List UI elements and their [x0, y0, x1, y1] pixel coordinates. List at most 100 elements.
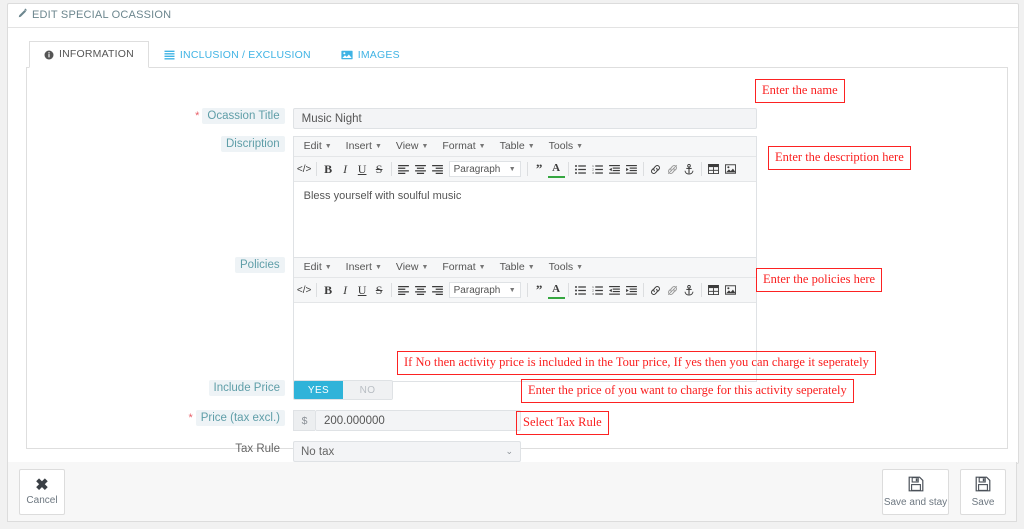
close-x-icon: ✖ [35, 477, 49, 494]
save-and-stay-button[interactable]: Save and stay [882, 469, 949, 515]
tax-rule-select[interactable]: No tax ⌄ [293, 441, 521, 462]
toolbar-separator [526, 162, 528, 176]
menu-format[interactable]: Format ▼ [436, 259, 491, 277]
align-right-icon[interactable] [429, 161, 446, 177]
underline-icon[interactable]: U [354, 282, 371, 298]
annotation-policies: Enter the policies here [756, 268, 883, 292]
price-label-wrap: * Price (tax excl.) [27, 410, 285, 426]
title-label-wrap: * Ocassion Title [27, 108, 285, 124]
menu-insert[interactable]: Insert ▼ [340, 259, 388, 277]
policies-editor-menubar: Edit ▼ Insert ▼ View ▼ Format ▼ Table ▼ Tools… [293, 258, 756, 278]
price-label: Price (tax excl.) [195, 410, 285, 426]
price-input[interactable]: 200.000000 [315, 410, 521, 431]
strikethrough-icon[interactable]: S [371, 282, 388, 298]
indent-icon[interactable] [623, 161, 640, 177]
chevron-down-icon: ▼ [324, 263, 332, 271]
chevron-down-icon: ▼ [478, 263, 486, 271]
format-select[interactable]: Paragraph ▼ [448, 161, 521, 177]
tab-images[interactable]: IMAGES [326, 41, 415, 68]
unlink-icon[interactable] [664, 282, 681, 298]
table-icon[interactable] [705, 282, 722, 298]
toolbar-separator [567, 162, 569, 176]
image-icon[interactable] [722, 282, 739, 298]
menu-insert[interactable]: Insert ▼ [340, 138, 388, 156]
numbered-list-icon[interactable]: 123 [589, 282, 606, 298]
toolbar-separator [390, 162, 392, 176]
menu-view[interactable]: View ▼ [390, 259, 435, 277]
bullet-list-icon[interactable] [572, 282, 589, 298]
align-left-icon[interactable] [395, 282, 412, 298]
list-icon [164, 50, 175, 60]
toolbar-separator [526, 283, 528, 297]
align-center-icon[interactable] [412, 282, 429, 298]
italic-icon[interactable]: I [337, 161, 354, 177]
menu-table-label: Table [499, 260, 525, 273]
italic-icon[interactable]: I [337, 282, 354, 298]
outdent-icon[interactable] [606, 161, 623, 177]
format-select-label: Paragraph [453, 163, 501, 175]
chevron-down-icon: ⌄ [505, 446, 513, 456]
text-color-icon[interactable]: A [547, 281, 565, 299]
anchor-icon[interactable] [681, 161, 698, 177]
bold-icon[interactable]: B [320, 282, 337, 298]
bold-icon[interactable]: B [320, 161, 337, 177]
menu-edit[interactable]: Edit ▼ [298, 138, 338, 156]
chevron-down-icon: ▼ [374, 263, 382, 271]
panel-title: EDIT SPECIAL OCASSION [32, 9, 172, 21]
underline-icon[interactable]: U [354, 161, 371, 177]
tab-images-label: IMAGES [357, 48, 400, 61]
toolbar-separator [390, 283, 392, 297]
menu-edit[interactable]: Edit ▼ [298, 259, 338, 277]
description-editor-toolbar: </> B I U S Paragraph ▼ ” A 1 2 3 [293, 157, 756, 182]
menu-table[interactable]: Table ▼ [494, 138, 541, 156]
menu-view[interactable]: View ▼ [390, 138, 435, 156]
panel-header: EDIT SPECIAL OCASSION [8, 4, 1018, 28]
annotation-tax-rule: Select Tax Rule [516, 411, 609, 435]
save-button[interactable]: Save [960, 469, 1006, 515]
source-code-icon[interactable]: </> [296, 161, 313, 177]
policies-label: Policies [235, 257, 285, 273]
menu-tools[interactable]: Tools ▼ [543, 259, 589, 277]
text-color-icon[interactable]: A [547, 160, 565, 178]
description-label-wrap: Discription [27, 136, 285, 152]
image-icon[interactable] [722, 161, 739, 177]
ocassion-title-input[interactable]: Music Night [292, 108, 757, 129]
blockquote-icon[interactable]: ” [531, 161, 548, 177]
strikethrough-icon[interactable]: S [371, 161, 388, 177]
save-and-stay-label: Save and stay [883, 497, 948, 508]
outdent-icon[interactable] [606, 282, 623, 298]
floppy-disk-icon [975, 476, 991, 495]
toggle-no-option[interactable]: NO [343, 381, 392, 399]
link-icon[interactable] [647, 161, 664, 177]
bullet-list-icon[interactable] [572, 161, 589, 177]
blockquote-icon[interactable]: ” [531, 282, 548, 298]
required-asterisk-price: * [188, 412, 193, 424]
annotation-name: Enter the name [755, 79, 845, 103]
description-editor-content[interactable]: Bless yourself with soulful music [293, 182, 756, 260]
table-icon[interactable] [705, 161, 722, 177]
indent-icon[interactable] [623, 282, 640, 298]
tab-inclusion-exclusion[interactable]: INCLUSION / EXCLUSION [149, 41, 326, 68]
menu-tools[interactable]: Tools ▼ [543, 138, 589, 156]
tab-information[interactable]: INFORMATION [29, 41, 149, 68]
menu-format[interactable]: Format ▼ [436, 138, 491, 156]
align-right-icon[interactable] [429, 282, 446, 298]
field-row-title: * Ocassion Title Music Night [27, 108, 757, 129]
anchor-icon[interactable] [681, 282, 698, 298]
format-select[interactable]: Paragraph ▼ [448, 282, 521, 298]
cancel-button[interactable]: ✖ Cancel [19, 469, 65, 515]
numbered-list-icon[interactable]: 123 [589, 161, 606, 177]
form-footer: ✖ Cancel Save and stay Save [7, 462, 1017, 522]
source-code-icon[interactable]: </> [296, 282, 313, 298]
unlink-icon[interactable] [664, 161, 681, 177]
chevron-down-icon: ▼ [576, 263, 584, 271]
menu-table[interactable]: Table ▼ [494, 259, 541, 277]
tax-rule-label-wrap: Tax Rule [27, 441, 285, 457]
include-price-toggle[interactable]: YES NO [293, 380, 393, 400]
policies-label-wrap: Policies [27, 257, 285, 273]
link-icon[interactable] [647, 282, 664, 298]
description-editor-menubar: Edit ▼ Insert ▼ View ▼ Format ▼ Table ▼ Tools… [293, 137, 756, 157]
align-center-icon[interactable] [412, 161, 429, 177]
align-left-icon[interactable] [395, 161, 412, 177]
toggle-yes-option[interactable]: YES [294, 381, 343, 399]
